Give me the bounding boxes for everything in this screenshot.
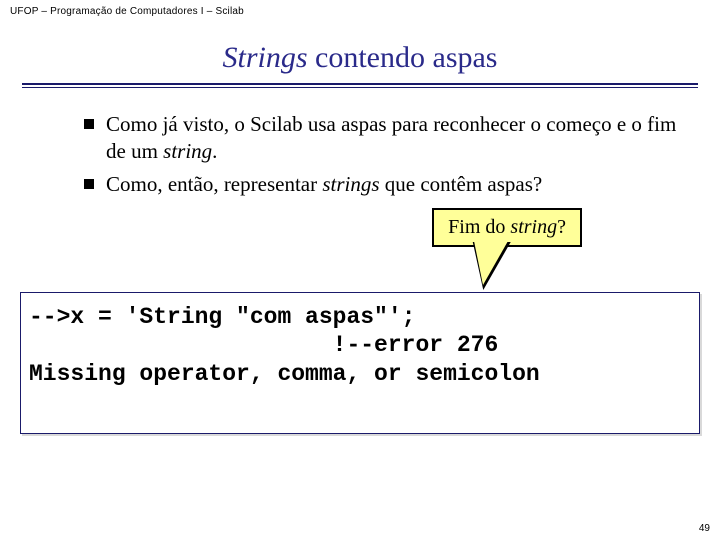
callout-area: Fim do string? [40,206,680,292]
title-rule [22,83,698,87]
course-header: UFOP – Programação de Computadores I – S… [0,0,720,19]
bullet-text: . [212,139,217,163]
callout-italic: string [510,216,557,238]
bullet-text: Como, então, representar [106,172,322,196]
code-box: -->x = 'String "com aspas"'; !--error 27… [20,292,700,434]
callout-text: Fim do [448,216,510,238]
bullet-item: Como já visto, o Scilab usa aspas para r… [84,111,680,165]
callout-text: ? [557,216,566,238]
title-italic: Strings [223,41,308,74]
bullet-text: que contêm aspas? [380,172,543,196]
slide-title: Strings contendo aspas [0,41,720,75]
bullet-list: Como já visto, o Scilab usa aspas para r… [44,111,680,198]
bullet-italic: strings [322,172,379,196]
bullet-italic: string [163,139,212,163]
bullet-item: Como, então, representar strings que con… [84,171,680,198]
title-rest: contendo aspas [308,41,498,74]
page-number: 49 [699,523,710,534]
